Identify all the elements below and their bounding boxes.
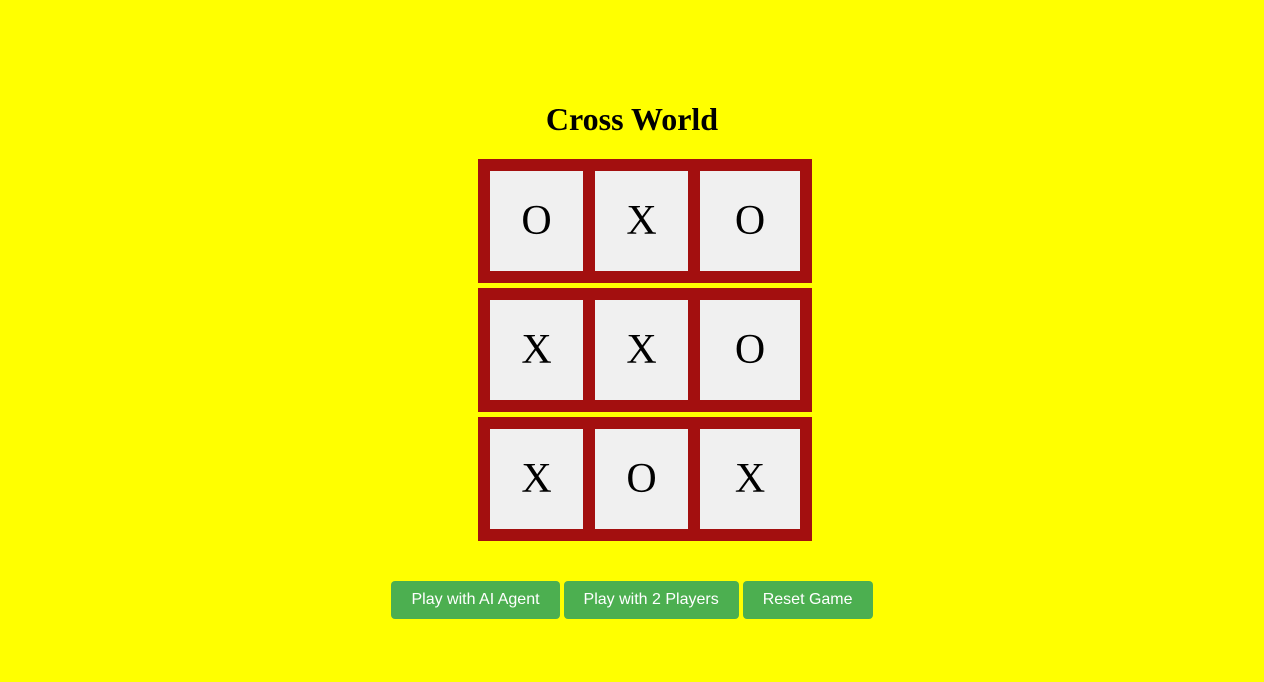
game-controls: Play with AI Agent Play with 2 Players R… bbox=[0, 581, 1264, 619]
cell-2-2[interactable]: X bbox=[595, 300, 688, 400]
board-row-1: O X O bbox=[478, 159, 812, 283]
cell-3-3[interactable]: X bbox=[700, 429, 800, 529]
page-title: Cross World bbox=[545, 101, 719, 137]
cell-2-3[interactable]: O bbox=[700, 300, 800, 400]
reset-game-button[interactable]: Reset Game bbox=[742, 581, 873, 619]
cell-1-1[interactable]: O bbox=[490, 171, 583, 271]
game-board: O X O X X O X O X bbox=[478, 159, 812, 541]
play-ai-button[interactable]: Play with AI Agent bbox=[391, 581, 560, 619]
cell-3-1[interactable]: X bbox=[490, 429, 583, 529]
cell-1-2[interactable]: X bbox=[595, 171, 688, 271]
play-two-players-button[interactable]: Play with 2 Players bbox=[563, 581, 739, 619]
cell-2-1[interactable]: X bbox=[490, 300, 583, 400]
cell-1-3[interactable]: O bbox=[700, 171, 800, 271]
cell-3-2[interactable]: O bbox=[595, 429, 688, 529]
board-row-3: X O X bbox=[478, 417, 812, 541]
board-row-2: X X O bbox=[478, 288, 812, 412]
